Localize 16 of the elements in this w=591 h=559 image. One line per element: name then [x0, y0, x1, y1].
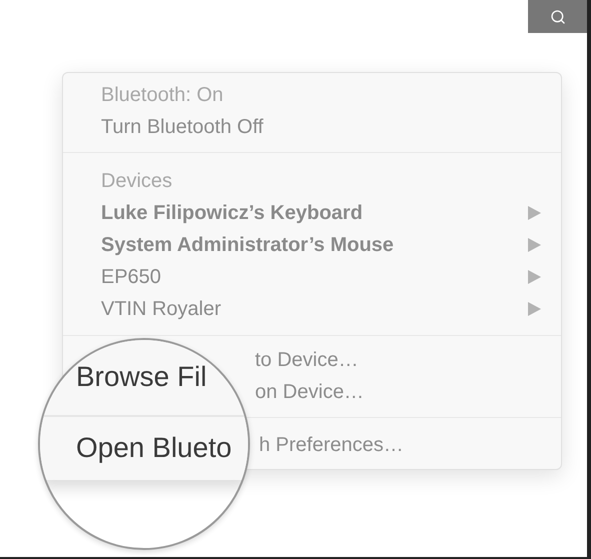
menu-section-header: Bluetooth: On — [101, 84, 224, 106]
search-icon — [550, 8, 566, 24]
menu-section-header: Devices — [101, 170, 172, 192]
menu-item[interactable]: to Device… — [255, 348, 358, 372]
search-button[interactable] — [528, 0, 587, 33]
menu-item[interactable]: h Preferences… — [259, 434, 404, 456]
submenu-arrow-icon — [528, 270, 541, 284]
menu-item[interactable]: Turn Bluetooth Off — [101, 116, 264, 138]
submenu-arrow-icon — [528, 238, 541, 252]
menu-item[interactable]: on Device… — [255, 380, 364, 404]
device-menu-item[interactable]: EP650 — [101, 266, 162, 288]
device-menu-item[interactable]: VTIN Royaler — [101, 298, 222, 320]
device-menu-item[interactable]: Luke Filipowicz’s Keyboard — [101, 202, 363, 224]
submenu-arrow-icon — [528, 206, 541, 220]
device-menu-item[interactable]: System Administrator’s Mouse — [101, 234, 394, 256]
submenu-arrow-icon — [528, 302, 541, 316]
